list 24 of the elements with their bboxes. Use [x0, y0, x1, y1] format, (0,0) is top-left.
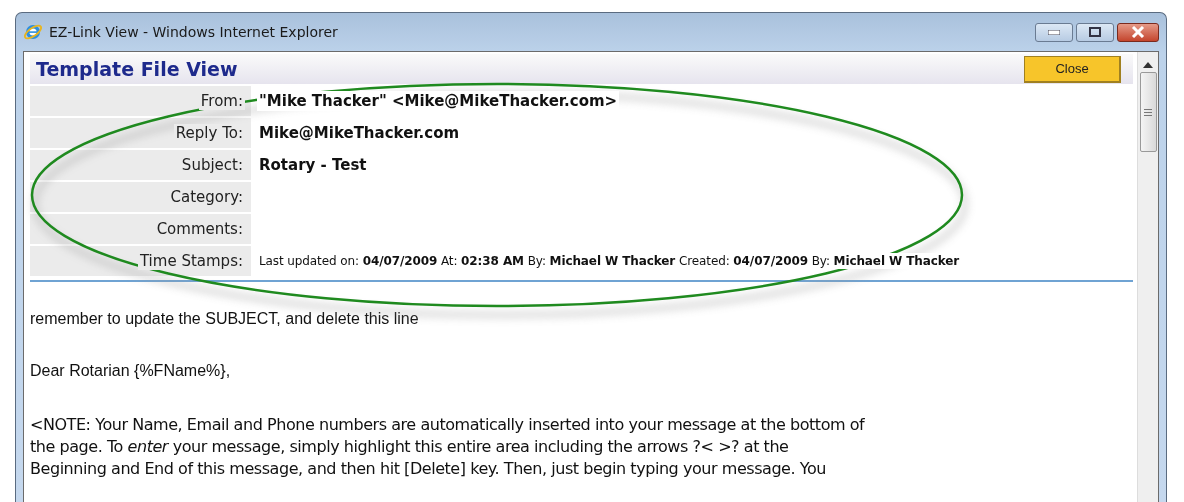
field-label: Category:: [168, 188, 245, 206]
body-text: Dear Rotarian {%FName%},: [30, 362, 232, 380]
field-value: Rotary - Test: [257, 155, 369, 175]
field-label: Subject:: [179, 156, 245, 174]
field-label: Time Stamps:: [137, 252, 245, 270]
close-button[interactable]: [1117, 22, 1159, 42]
scroll-up-icon[interactable]: [1143, 62, 1153, 68]
field-label: Reply To:: [173, 124, 245, 142]
maximize-button[interactable]: [1076, 22, 1114, 42]
scrollbar[interactable]: [1137, 52, 1158, 502]
note-paragraph: <NOTE: Your Name, Email and Phone numbers are automatically inserted into your message at the bottom of the page. To enter your message, simply highlight this entire area including the arrows ?< >? at the Beginning and End of this message, and then hit [Delete] key. Then, just begin typing your message. You: [30, 414, 866, 480]
minimize-button[interactable]: [1035, 22, 1073, 42]
time-stamps-text: Last updated on: 04/07/2009 At: 02:38 AM By: Michael W Thacker Created: 04/07/2009 By: Michael W Thacker: [257, 253, 962, 269]
browser-logo-icon: [23, 22, 43, 42]
body-text: remember to update the SUBJECT, and delete this line: [30, 310, 420, 328]
page-title: Template File View: [36, 58, 238, 80]
window-title: EZ-Link View - Windows Internet Explorer: [49, 24, 339, 40]
field-label: From:: [198, 92, 245, 110]
minimize-icon: [1048, 29, 1060, 35]
field-value: "Mike Thacker" <Mike@MikeThacker.com>: [257, 91, 620, 111]
maximize-icon: [1089, 27, 1101, 37]
close-button[interactable]: Close: [1024, 55, 1121, 83]
close-icon: [1131, 26, 1145, 38]
scroll-thumb[interactable]: [1139, 72, 1157, 152]
